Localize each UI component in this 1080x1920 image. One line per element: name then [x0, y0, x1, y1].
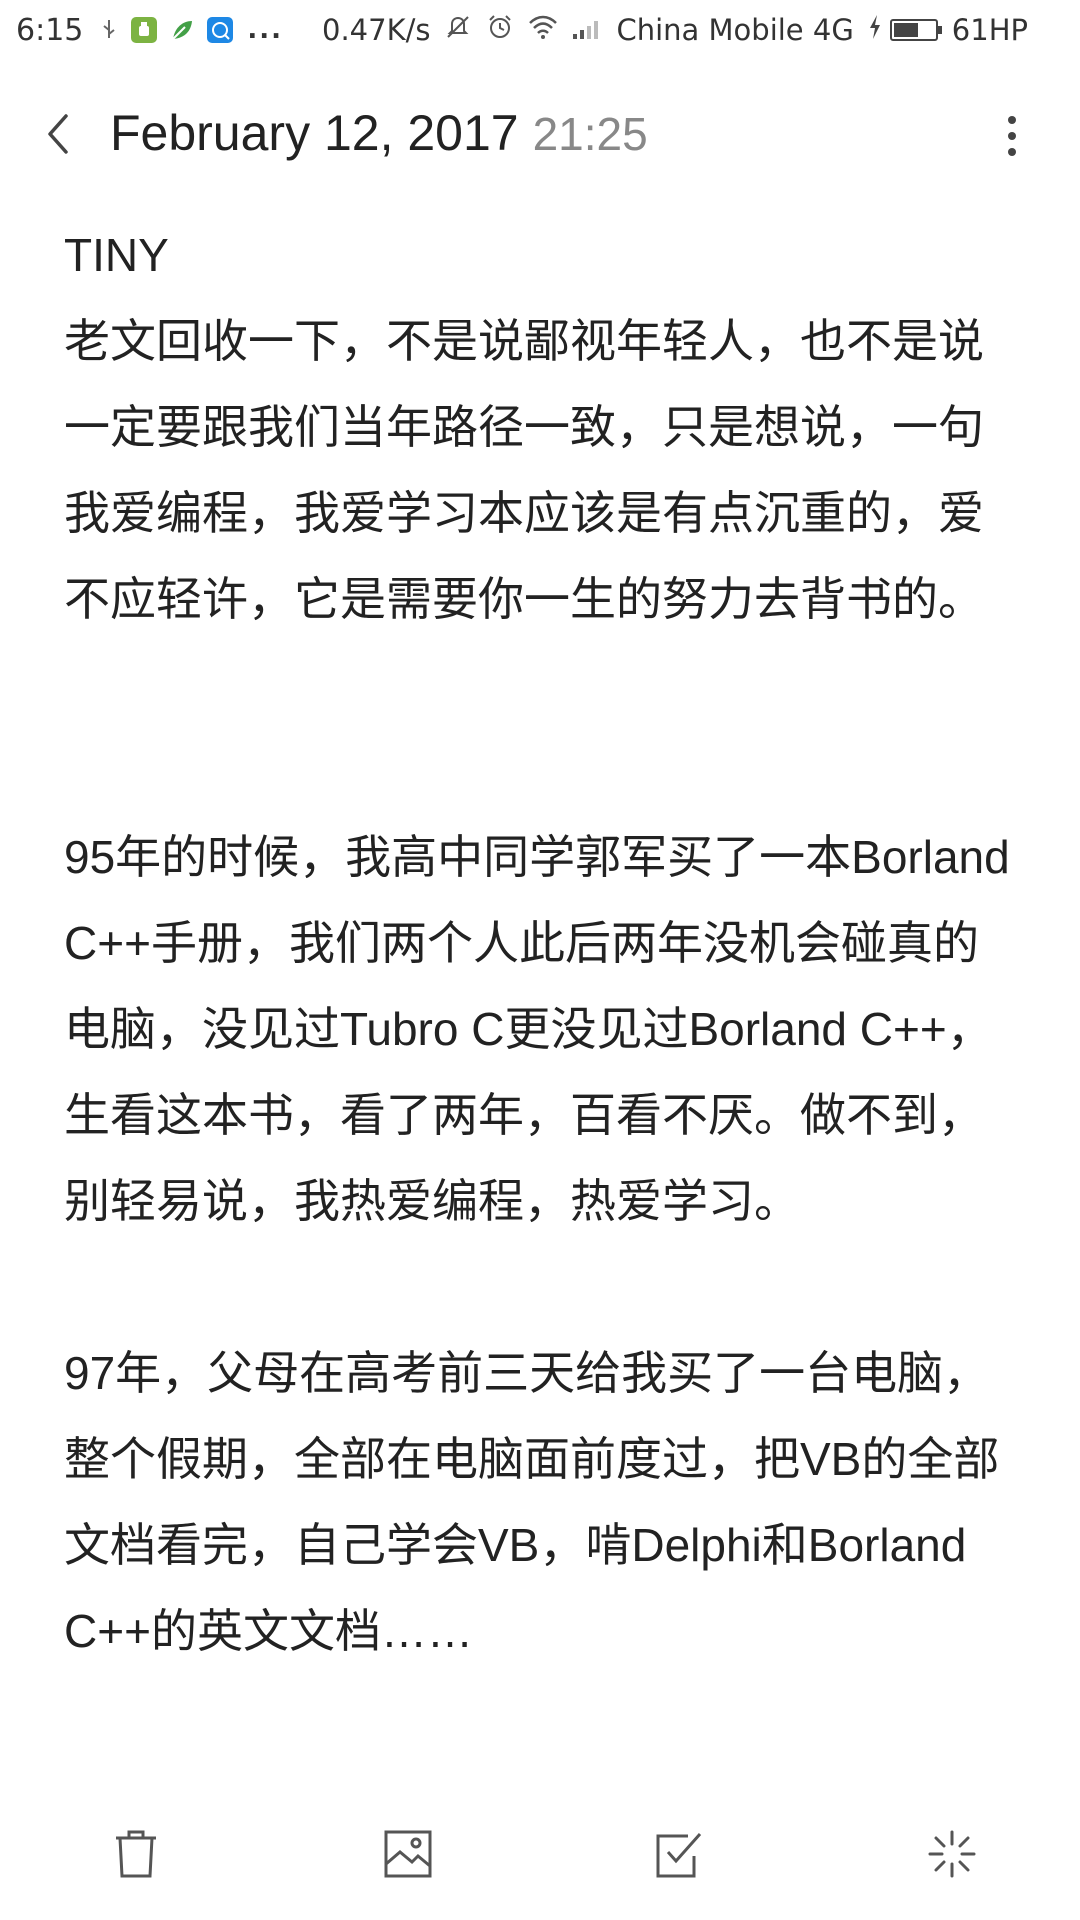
status-bar: 6:15 ... 0.47K/s China Mobile 4G 61HP [0, 0, 1080, 58]
carrier-label: China Mobile 4G [616, 13, 854, 47]
checklist-button[interactable] [644, 1818, 716, 1890]
note-date: February 12, 2017 [110, 105, 519, 161]
note-paragraph-1: 老文回收一下，不是说鄙视年轻人，也不是说一定要跟我们当年路径一致，只是想说，一句… [64, 315, 984, 625]
content-fade [0, 1720, 1080, 1790]
note-time: 21:25 [532, 108, 648, 160]
usb-icon [101, 13, 117, 47]
insert-image-button[interactable] [372, 1818, 444, 1890]
mute-icon [444, 13, 472, 48]
more-vertical-icon [1008, 112, 1016, 160]
delete-icon [116, 1830, 156, 1878]
sparkle-icon [928, 1830, 976, 1878]
battery-fill [893, 23, 918, 37]
status-right: 0.47K/s China Mobile 4G 61HP [322, 8, 1028, 52]
battery-label: 61HP [951, 13, 1028, 47]
note-paragraph-2: 95年的时候，我高中同学郭军买了一本Borland C++手册，我们两个人此后两… [64, 831, 1023, 1227]
bottom-toolbar [0, 1792, 1080, 1920]
note-date-title: February 12, 2017 21:25 [110, 104, 648, 162]
note-title: TINY [64, 229, 169, 281]
alarm-icon [486, 13, 514, 48]
battery-icon [889, 19, 942, 41]
status-time: 6:15 [16, 12, 84, 48]
note-body[interactable]: TINY 老文回收一下，不是说鄙视年轻人，也不是说一定要跟我们当年路径一致，只是… [64, 212, 1024, 1794]
network-speed: 0.47K/s [322, 13, 431, 47]
back-arrow-icon [48, 114, 68, 154]
note-header: February 12, 2017 21:25 [0, 90, 1080, 180]
status-left: 6:15 ... [16, 8, 283, 52]
browser-app-icon [207, 17, 234, 43]
delete-button[interactable] [100, 1818, 172, 1890]
note-paragraph-3: 97年，父母在高考前三天给我买了一台电脑，整个假期，全部在电脑面前度过，把VB的… [64, 1347, 1000, 1657]
android-app-icon [131, 17, 158, 43]
charging-icon [868, 13, 882, 47]
signal-icon [572, 13, 602, 47]
leaf-app-icon [169, 17, 196, 43]
more-options-button[interactable] [990, 108, 1034, 164]
wifi-icon [528, 13, 558, 47]
back-button[interactable] [38, 108, 78, 160]
magic-button[interactable] [916, 1818, 988, 1890]
image-icon [384, 1830, 432, 1878]
more-notifications: ... [247, 15, 284, 45]
checklist-icon [656, 1833, 702, 1878]
